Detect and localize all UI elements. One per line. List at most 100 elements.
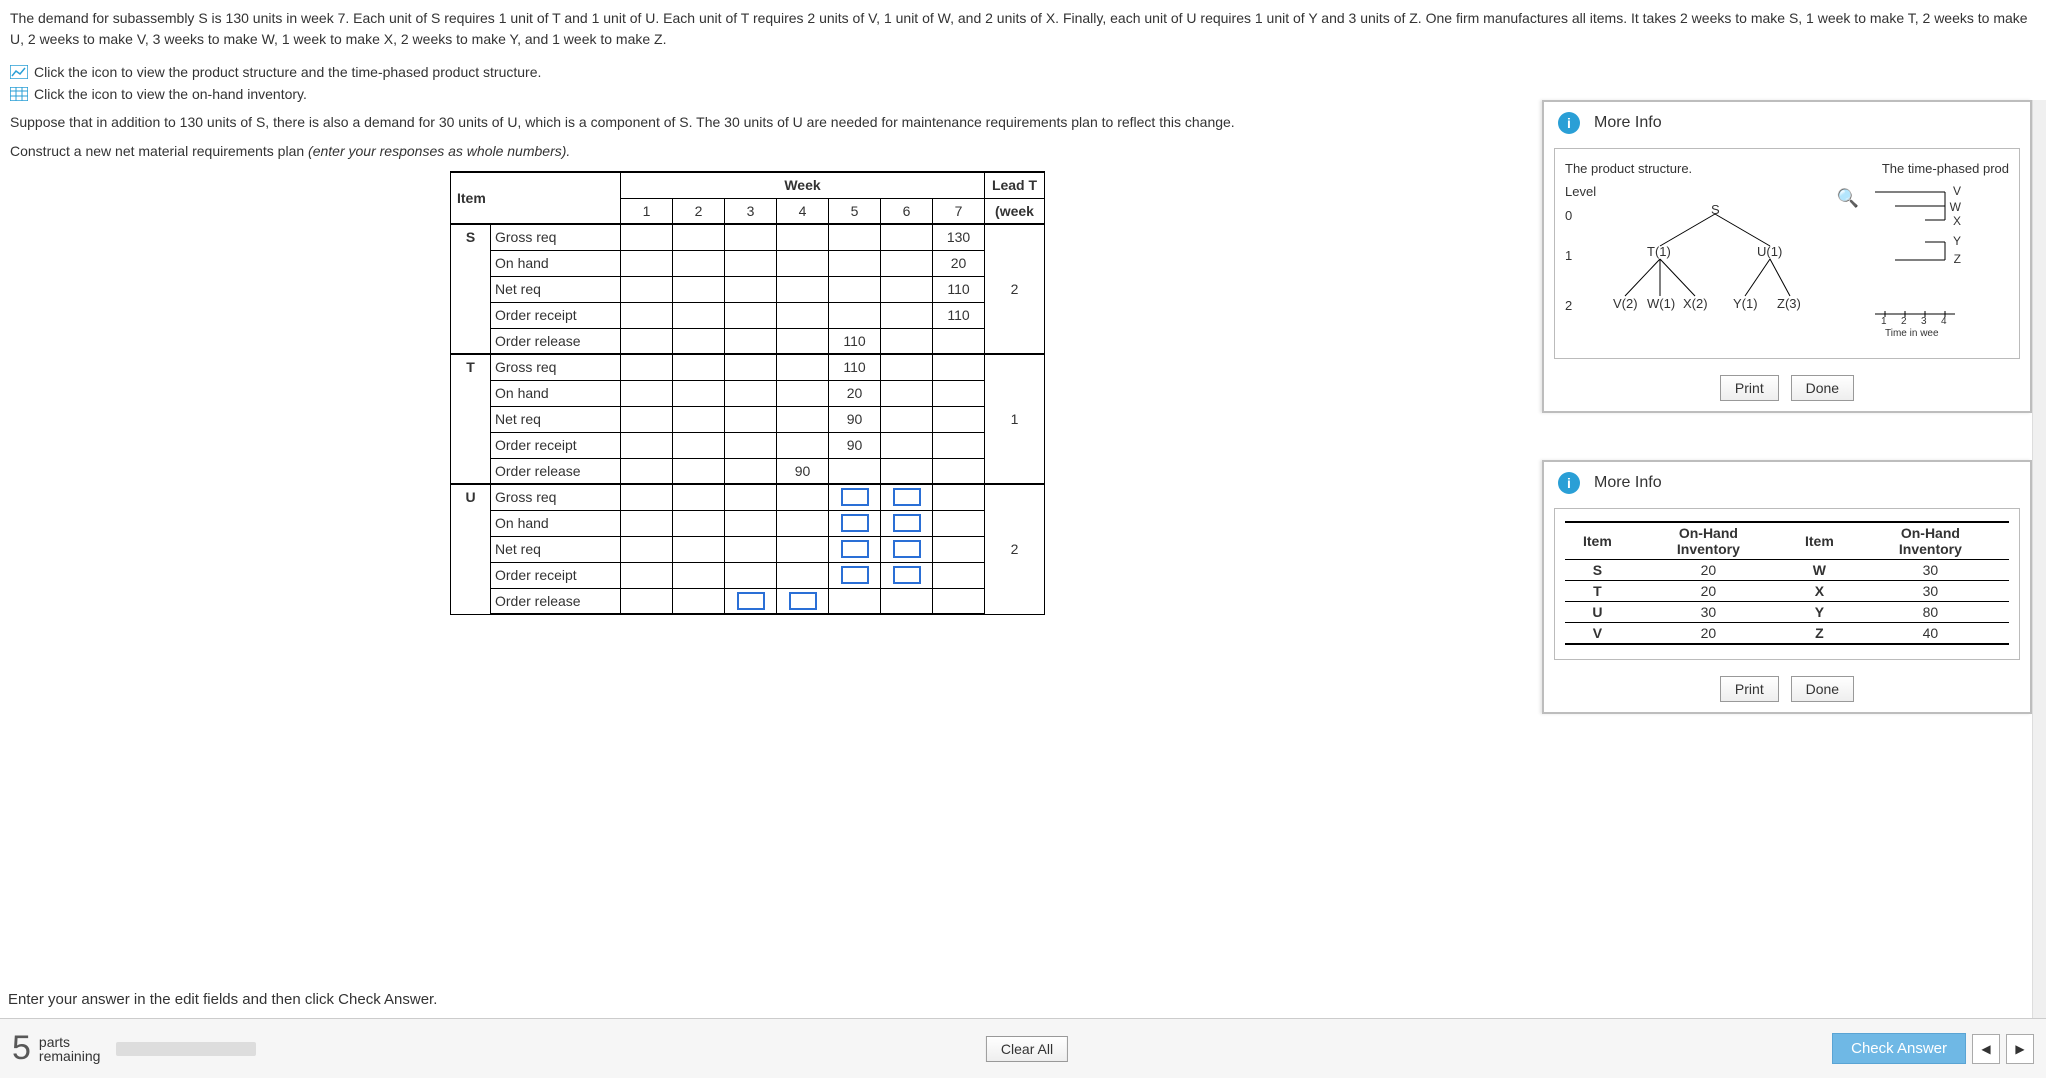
cell-U-release-w6 (881, 588, 933, 614)
print-button[interactable]: Print (1720, 676, 1779, 702)
inv-cell: 20 (1630, 560, 1787, 581)
ps-left-title: The product structure. (1565, 161, 1692, 176)
cell-U-onhand-w3 (725, 510, 777, 536)
input-field[interactable] (737, 592, 765, 610)
cell-T-release-w5 (829, 458, 881, 484)
done-button[interactable]: Done (1791, 375, 1854, 401)
clear-all-button[interactable]: Clear All (986, 1036, 1068, 1062)
item-T: T (451, 354, 491, 484)
cell-S-onhand-w2 (673, 250, 725, 276)
inv-cell: S (1565, 560, 1630, 581)
cell-U-onhand-w1 (621, 510, 673, 536)
rowlabel-receipt: Order receipt (491, 302, 621, 328)
cell-T-net-w3 (725, 406, 777, 432)
input-field[interactable] (841, 566, 869, 584)
cell-U-receipt-w6[interactable] (881, 562, 933, 588)
product-structure-diagram: Level 0 1 2 🔍 S T(1) U(1) V(2) W (1565, 184, 1845, 334)
inv-cell: V (1565, 623, 1630, 645)
cell-T-gross-w6 (881, 354, 933, 380)
cell-S-receipt-w1 (621, 302, 673, 328)
inv-cell: Y (1787, 602, 1852, 623)
inv-cell: 40 (1852, 623, 2009, 645)
scrollbar[interactable] (2032, 100, 2046, 1018)
cell-S-onhand-w3 (725, 250, 777, 276)
cell-S-onhand-w6 (881, 250, 933, 276)
rowlabel-release: Order release (491, 328, 621, 354)
cell-T-gross-w1 (621, 354, 673, 380)
cell-S-receipt-w7: 110 (933, 302, 985, 328)
cell-U-release-w4[interactable] (777, 588, 829, 614)
input-field[interactable] (841, 488, 869, 506)
cell-U-gross-w3 (725, 484, 777, 510)
cell-T-net-w7 (933, 406, 985, 432)
rowlabel-net: Net req (491, 536, 621, 562)
cell-U-gross-w7 (933, 484, 985, 510)
cell-S-release-w7 (933, 328, 985, 354)
cell-T-gross-w5: 110 (829, 354, 881, 380)
done-button[interactable]: Done (1791, 676, 1854, 702)
week-col-3: 3 (725, 198, 777, 224)
cell-U-net-w5[interactable] (829, 536, 881, 562)
input-field[interactable] (841, 540, 869, 558)
cell-T-net-w5: 90 (829, 406, 881, 432)
input-field[interactable] (893, 540, 921, 558)
cell-U-onhand-w7 (933, 510, 985, 536)
cell-S-release-w2 (673, 328, 725, 354)
week-col-6: 6 (881, 198, 933, 224)
cell-T-release-w7 (933, 458, 985, 484)
week-col-2: 2 (673, 198, 725, 224)
parts-remaining-count: 5 (12, 1029, 31, 1068)
cell-T-receipt-w6 (881, 432, 933, 458)
check-answer-button[interactable]: Check Answer (1832, 1033, 1966, 1064)
cell-U-gross-w1 (621, 484, 673, 510)
cell-S-net-w4 (777, 276, 829, 302)
input-field[interactable] (841, 514, 869, 532)
cell-T-receipt-w5: 90 (829, 432, 881, 458)
lead-S: 2 (985, 224, 1045, 354)
next-button[interactable]: ▶ (2006, 1034, 2034, 1064)
cell-T-net-w2 (673, 406, 725, 432)
cell-U-onhand-w5[interactable] (829, 510, 881, 536)
rowlabel-receipt: Order receipt (491, 562, 621, 588)
lead-U: 2 (985, 484, 1045, 614)
lead-T: 1 (985, 354, 1045, 484)
input-field[interactable] (789, 592, 817, 610)
cell-T-receipt-w3 (725, 432, 777, 458)
rowlabel-onhand: On hand (491, 380, 621, 406)
cell-T-gross-w2 (673, 354, 725, 380)
cell-U-onhand-w2 (673, 510, 725, 536)
cell-U-receipt-w5[interactable] (829, 562, 881, 588)
inv-cell: 20 (1630, 581, 1787, 602)
product-structure-link[interactable]: Click the icon to view the product struc… (10, 64, 2036, 80)
chart-icon (10, 65, 28, 79)
input-field[interactable] (893, 514, 921, 532)
cell-T-gross-w7 (933, 354, 985, 380)
week-col-7: 7 (933, 198, 985, 224)
cell-U-release-w3[interactable] (725, 588, 777, 614)
footer-bar: 5 parts remaining Clear All Check Answer… (0, 1018, 2046, 1078)
rowlabel-onhand: On hand (491, 250, 621, 276)
input-field[interactable] (893, 488, 921, 506)
rowlabel-receipt: Order receipt (491, 432, 621, 458)
more-info-structure-panel: i More Info The product structure. The t… (1542, 100, 2032, 413)
cell-S-gross-w6 (881, 224, 933, 250)
cell-U-receipt-w3 (725, 562, 777, 588)
problem-paragraph: The demand for subassembly S is 130 unit… (10, 8, 2036, 50)
cell-S-net-w3 (725, 276, 777, 302)
print-button[interactable]: Print (1720, 375, 1779, 401)
ps-right-title: The time-phased prod (1882, 161, 2009, 176)
cell-T-release-w1 (621, 458, 673, 484)
cell-S-receipt-w4 (777, 302, 829, 328)
cell-S-onhand-w7: 20 (933, 250, 985, 276)
cell-T-release-w3 (725, 458, 777, 484)
cell-T-release-w6 (881, 458, 933, 484)
cell-U-gross-w5[interactable] (829, 484, 881, 510)
cell-S-gross-w5 (829, 224, 881, 250)
cell-U-onhand-w6[interactable] (881, 510, 933, 536)
cell-U-net-w6[interactable] (881, 536, 933, 562)
input-field[interactable] (893, 566, 921, 584)
prev-button[interactable]: ◀ (1972, 1034, 2000, 1064)
cell-U-gross-w6[interactable] (881, 484, 933, 510)
cell-U-receipt-w1 (621, 562, 673, 588)
cell-T-onhand-w2 (673, 380, 725, 406)
